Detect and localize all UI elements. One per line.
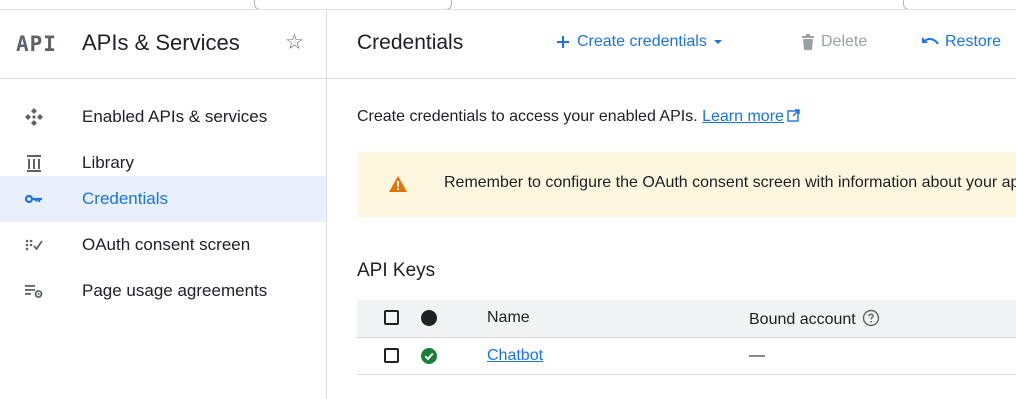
key-icon [24, 194, 42, 204]
column-header-bound-label: Bound account [749, 311, 856, 328]
sidebar: API APIs & Services ☆ Enabled APIs & ser… [0, 10, 327, 399]
oauth-consent-icon [25, 239, 43, 251]
learn-more-link[interactable]: Learn more [702, 108, 784, 125]
intro-sentence: Create credentials to access your enable… [357, 108, 698, 125]
delete-label: Delete [821, 33, 868, 50]
caret-down-icon [713, 40, 722, 44]
sidebar-header: API APIs & Services ☆ [0, 10, 326, 79]
sidebar-item-page-usage[interactable]: Page usage agreements [0, 268, 326, 314]
key-name-link[interactable]: Chatbot [487, 347, 543, 365]
enabled-apis-icon [25, 108, 43, 126]
plus-icon [557, 36, 569, 48]
sidebar-item-label: OAuth consent screen [82, 235, 251, 254]
api-logo: API [16, 32, 57, 56]
page-header: Credentials Create credentials Delete Re… [327, 10, 1016, 79]
create-credentials-button[interactable]: Create credentials [555, 33, 723, 51]
delete-button[interactable]: Delete [801, 33, 867, 51]
star-icon[interactable]: ☆ [285, 32, 304, 53]
settings-list-icon [25, 285, 43, 298]
banner-text: Remember to configure the OAuth consent … [444, 174, 1016, 191]
external-link-icon [787, 109, 800, 122]
api-keys-table: Name Bound account Chatbot — [357, 300, 1016, 375]
select-all-checkbox[interactable] [384, 310, 399, 325]
sidebar-item-credentials[interactable]: Credentials [0, 176, 326, 222]
column-header-name[interactable]: Name [487, 309, 530, 327]
table-header-row: Name Bound account [357, 300, 1016, 338]
sidebar-item-label: Enabled APIs & services [82, 107, 268, 126]
sidebar-title: APIs & Services [82, 30, 240, 55]
bound-account-value: — [749, 347, 765, 364]
table-row: Chatbot — [357, 338, 1016, 375]
restore-label: Restore [945, 33, 1002, 50]
oauth-warning-banner: Remember to configure the OAuth consent … [357, 152, 1016, 217]
intro-text: Create credentials to access your enable… [357, 108, 800, 126]
main-content: Credentials Create credentials Delete Re… [327, 10, 1016, 399]
help-icon[interactable] [862, 309, 880, 327]
undo-icon [922, 37, 939, 45]
create-credentials-label: Create credentials [577, 33, 707, 50]
sidebar-item-label: Library [82, 153, 134, 172]
sidebar-item-label: Page usage agreements [82, 281, 268, 300]
status-column-icon [421, 310, 437, 326]
warning-icon [389, 176, 407, 192]
trash-icon [802, 34, 814, 50]
column-header-bound[interactable]: Bound account [749, 309, 880, 329]
library-icon [27, 155, 41, 172]
sidebar-item-label: Credentials [82, 189, 168, 208]
row-checkbox[interactable] [384, 348, 399, 363]
restore-button[interactable]: Restore [921, 33, 1001, 51]
api-keys-title: API Keys [357, 260, 436, 281]
sidebar-item-enabled-apis[interactable]: Enabled APIs & services [0, 94, 326, 140]
learn-more-label: Learn more [702, 108, 784, 125]
check-circle-icon [421, 348, 437, 364]
page-title: Credentials [357, 31, 464, 54]
sidebar-item-oauth-consent[interactable]: OAuth consent screen [0, 222, 326, 268]
